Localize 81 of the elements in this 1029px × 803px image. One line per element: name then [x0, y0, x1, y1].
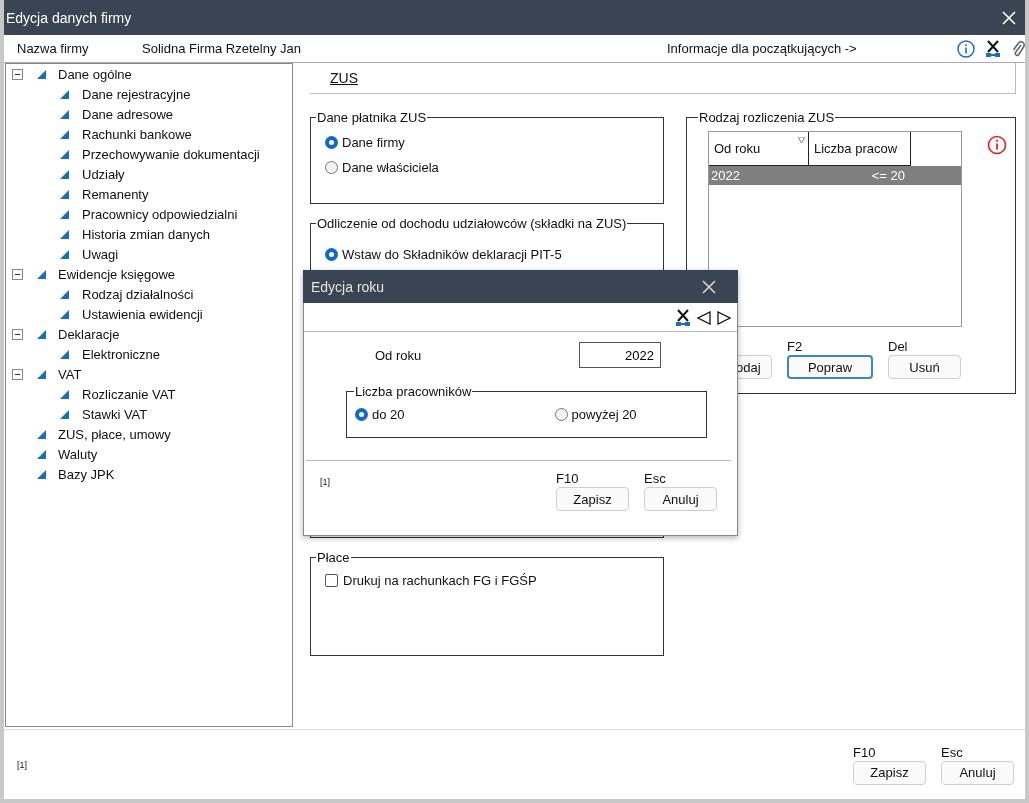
page-indicator: [1] — [320, 477, 330, 487]
checkbox-label: Drukuj na rachunkach FG i FGŚP — [343, 573, 537, 588]
group-title: Rodzaj rozliczenia ZUS — [698, 110, 836, 125]
tree-item[interactable]: Udziały — [82, 166, 125, 182]
triangle-icon — [37, 329, 46, 339]
info-icon — [987, 135, 1007, 155]
radio-label: powyżej 20 — [571, 407, 637, 422]
group-title: Odliczenie od dochodu udziałowców (składki na ZUS) — [316, 216, 628, 231]
tree-item[interactable]: Uwagi — [82, 246, 119, 262]
paperclip-icon[interactable] — [1011, 39, 1025, 58]
tree-item[interactable]: Rachunki bankowe — [82, 126, 192, 142]
tree-item[interactable]: Pracownicy odpowiedzialni — [82, 206, 238, 222]
collapse-icon[interactable] — [12, 328, 23, 340]
tree-item[interactable]: Remanenty — [82, 186, 149, 202]
shortcut-label: F2 — [787, 339, 803, 355]
group-title: Płace — [316, 550, 351, 565]
triangle-icon — [37, 69, 46, 79]
tree-item[interactable]: ZUS, płace, umowy — [58, 426, 171, 442]
radio-button[interactable] — [325, 136, 338, 149]
tree-item[interactable]: Dane adresowe — [82, 106, 174, 122]
tree-item[interactable]: Ustawienia ewidencji — [82, 306, 203, 322]
action-button[interactable]: Zapisz — [556, 487, 629, 511]
table-row[interactable]: 2022 <= 20 — [709, 166, 961, 185]
table-cell-text: <= 20 — [870, 167, 906, 185]
left-arrow-icon[interactable] — [697, 311, 711, 325]
shortcut-label: Del — [888, 339, 908, 355]
tree-item[interactable]: Elektroniczne — [82, 346, 161, 362]
shortcut-label: Esc — [941, 744, 963, 761]
triangle-icon — [37, 369, 46, 379]
tree-item[interactable]: Historia zmian danych — [82, 226, 210, 242]
radio-button[interactable] — [325, 161, 338, 174]
action-button[interactable]: Popraw — [787, 355, 873, 379]
tree-item[interactable]: Dane rejestracyjne — [82, 86, 191, 102]
tree-item[interactable]: Dane ogólne — [58, 66, 132, 82]
radio-label: do 20 — [372, 407, 405, 422]
field-label: Od roku — [375, 347, 423, 363]
collapse-icon[interactable] — [12, 368, 23, 380]
tree-item[interactable]: Waluty — [58, 446, 98, 462]
tree-item[interactable]: Deklaracje — [58, 326, 120, 342]
shortcut-label: F10 — [853, 744, 876, 761]
radio-label: Wstaw do Składników deklaracji PIT-5 — [342, 247, 562, 262]
scissors-icon[interactable] — [675, 309, 691, 327]
triangle-icon — [60, 349, 69, 359]
group-title: Dane płatnika ZUS — [316, 110, 428, 125]
info-icon[interactable] — [957, 39, 975, 58]
page-indicator: [1] — [17, 759, 27, 770]
radio-label: Dane firmy — [342, 135, 405, 150]
window-title: Edycja danych firmy — [6, 9, 132, 26]
action-button[interactable]: Usuń — [888, 355, 961, 379]
tree-item[interactable]: Rozliczanie VAT — [82, 386, 176, 402]
collapse-icon[interactable] — [12, 268, 23, 280]
close-icon[interactable] — [702, 279, 716, 294]
dialog-title: Edycja roku — [311, 278, 385, 295]
section-title: ZUS — [330, 70, 358, 86]
radio-button[interactable] — [554, 408, 568, 421]
radio-label: Dane właściciela — [342, 160, 439, 175]
tree-item[interactable]: Stawki VAT — [82, 406, 148, 422]
radio-button[interactable] — [355, 408, 368, 421]
table-cell-text: 2022 — [710, 167, 741, 185]
filter-icon[interactable] — [798, 137, 805, 143]
right-arrow-icon[interactable] — [717, 311, 731, 325]
input-field[interactable]: 2022 — [579, 342, 661, 368]
tree-item[interactable]: VAT — [58, 366, 82, 382]
tree-item[interactable]: Ewidencje księgowe — [58, 266, 176, 282]
shortcut-label: F10 — [556, 471, 579, 487]
action-button[interactable]: Anuluj — [644, 487, 717, 511]
help-link[interactable]: Informacje dla początkujących -> — [667, 41, 857, 56]
shortcut-label: Esc — [644, 471, 666, 487]
field-label: Nazwa firmy — [17, 41, 90, 56]
action-button[interactable]: Zapisz — [853, 760, 926, 785]
checkbox[interactable] — [325, 574, 338, 587]
group-title: Liczba pracowników — [354, 384, 473, 399]
scissors-icon[interactable] — [985, 39, 1001, 58]
collapse-icon[interactable] — [12, 68, 23, 80]
tree-item[interactable]: Bazy JPK — [58, 466, 115, 482]
radio-button[interactable] — [325, 248, 338, 261]
tree-item[interactable]: Rodzaj działalności — [82, 286, 194, 302]
company-name: Solidna Firma Rzetelny Jan — [142, 41, 302, 56]
tree-item[interactable]: Przechowywanie dokumentacji — [82, 146, 260, 162]
triangle-icon — [37, 269, 46, 279]
action-button[interactable]: Anuluj — [941, 760, 1014, 785]
